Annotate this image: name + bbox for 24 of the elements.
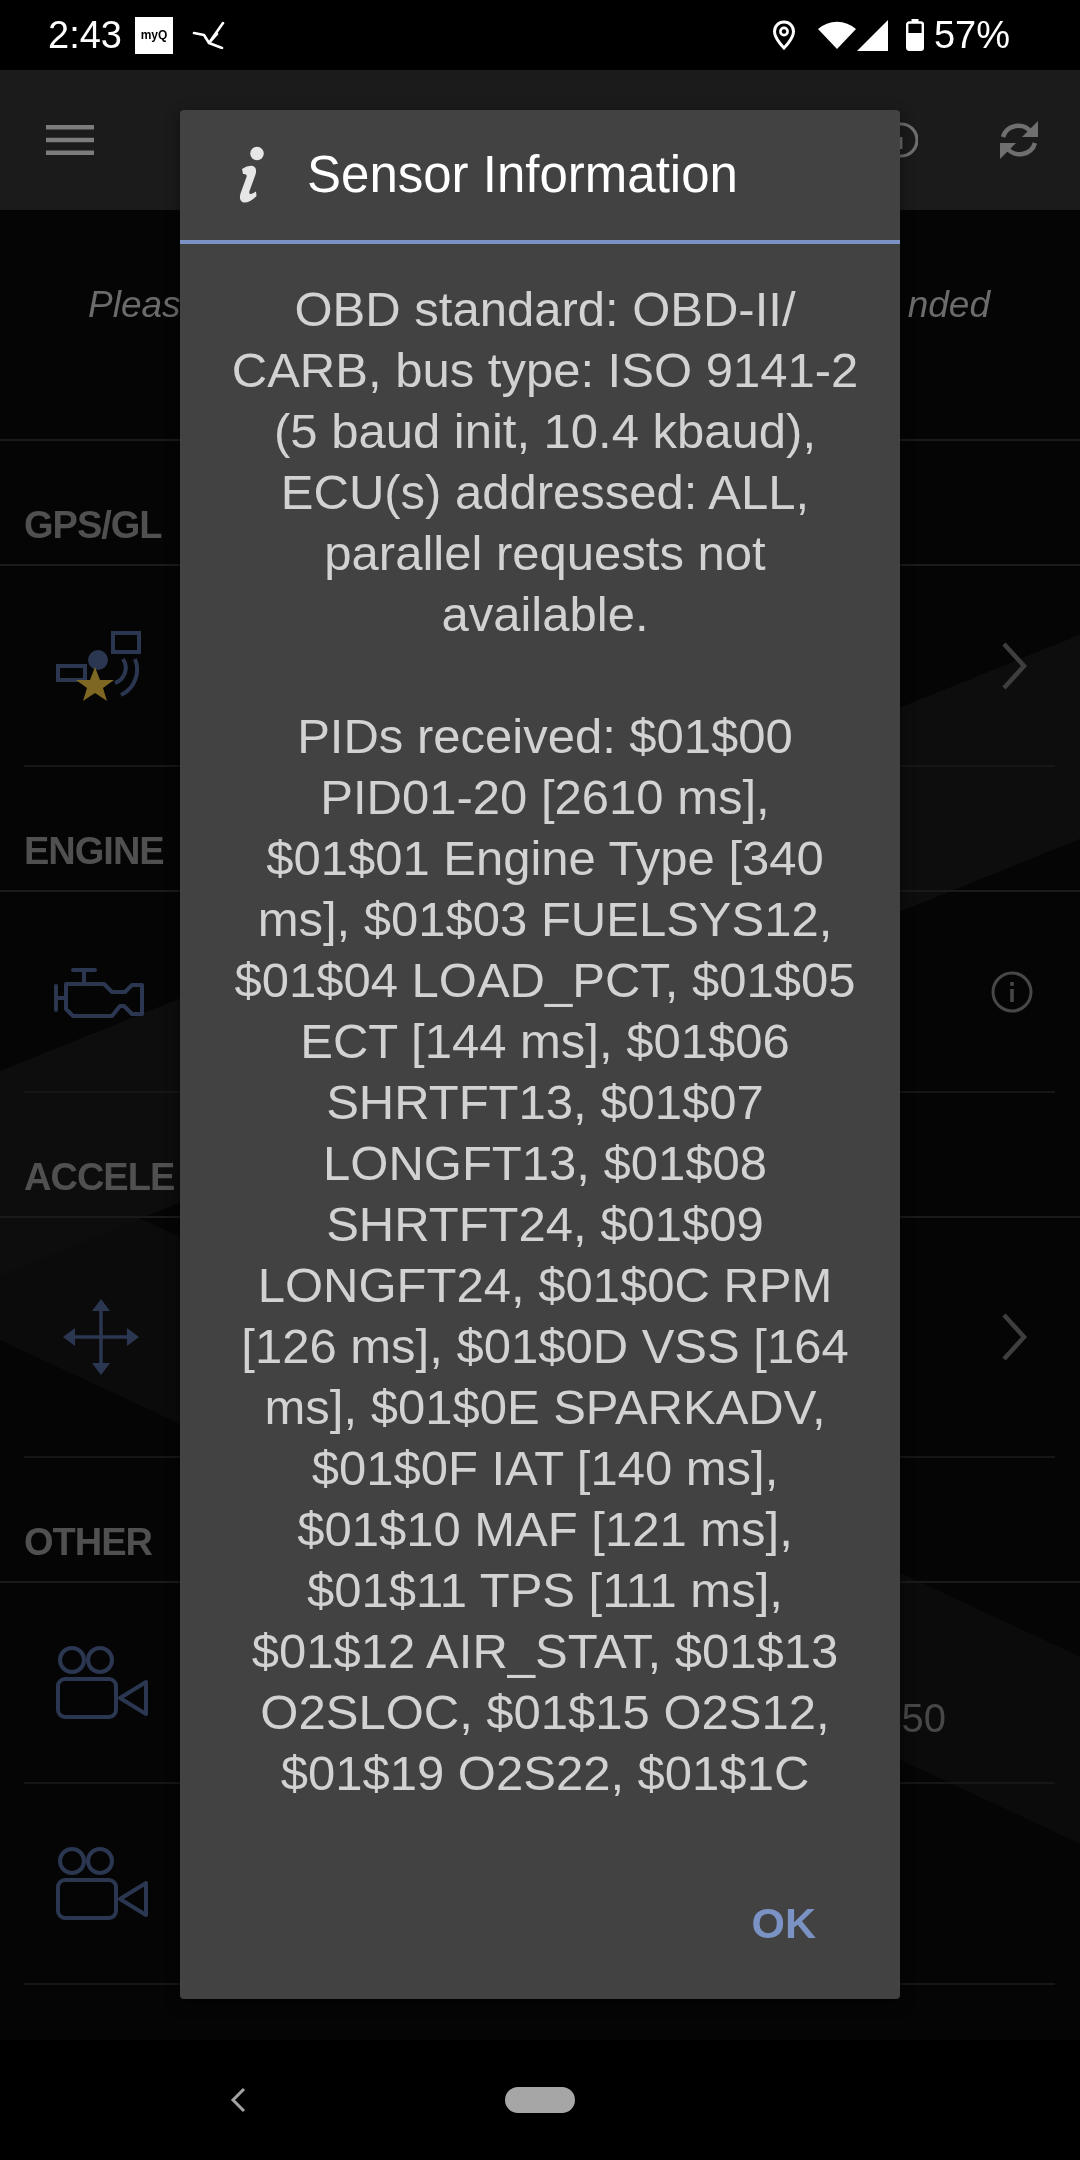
- section-title: ENGINE: [24, 829, 164, 873]
- section-title: GPS/GL: [24, 503, 162, 547]
- info-icon[interactable]: [991, 970, 1033, 1013]
- wifi-icon: [816, 20, 857, 50]
- home-pill[interactable]: [505, 2087, 575, 2113]
- dialog-text: OBD standard: OBD-II/ CARB, bus type: ISO 9141-2 (5 baud init, 10.4 kbaud), ECU(s) addressed: ALL, parallel requests not available.: [230, 281, 860, 643]
- move-arrows-icon: [63, 1299, 139, 1375]
- hint-text: Pleas: [88, 284, 181, 326]
- section-title: ACCELE: [24, 1155, 175, 1199]
- battery-icon: [905, 19, 924, 51]
- battery-percent: 57%: [933, 13, 1010, 57]
- clock-time: 2:43: [48, 13, 122, 57]
- dialog-title: Sensor Information: [307, 145, 738, 205]
- signal-icon: [856, 19, 889, 51]
- location-icon: [771, 20, 796, 50]
- row-value: 50: [901, 1694, 946, 1741]
- notification-logo: myQ: [134, 16, 173, 54]
- section-title: OTHER: [24, 1520, 152, 1564]
- info-icon[interactable]: [899, 120, 918, 160]
- dialog-text: PIDs received: $01$00 PID01-20 [2610 ms], $01$01 Engine Type [340 ms], $01$03 FUELSYS12, $01$04 LOAD_PCT, $01$05 ECT [144 ms], $01$06 SHRTFT13, $01$07 LONGFT13, $01$08 SHRTFT24, $01$09 LONGFT24, $01$0C RPM [126 ms], $01$0D VSS [164 ms], $01$0E SPARKADV, $01$0F IAT [140 ms], $01$10 MAF [121 ms], $01$11 TPS [111 ms], $01$12 AIR_STAT, $01$13 O2SLOC, $01$15 O2S12, $01$19 O2S22, $01$1C: [233, 708, 857, 1802]
- menu-icon[interactable]: [46, 125, 94, 155]
- back-icon[interactable]: [229, 2087, 247, 2113]
- ok-button[interactable]: OK: [727, 1875, 840, 1971]
- hint-text: nded: [907, 284, 990, 326]
